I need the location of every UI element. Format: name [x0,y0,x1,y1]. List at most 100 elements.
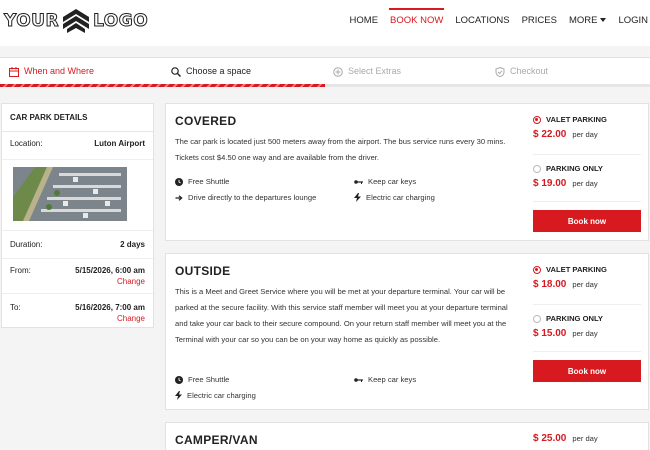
divider [533,304,641,305]
logo-text-left: YOUR [3,11,60,32]
option-price-only[interactable]: $ 25.00 per day [533,433,641,444]
nav-more-label: MORE [568,15,598,26]
logo-text-right: LOGO [93,11,149,32]
option-price-row: $ 25.00 per day [533,433,641,444]
price-unit: per day [572,179,598,188]
option-price-row: $ 19.00 per day [533,178,641,189]
book-now-button[interactable]: Book now [533,210,641,232]
nav-locations[interactable]: LOCATIONS [455,0,509,46]
calendar-icon [9,66,19,77]
price-unit: per day [572,329,598,338]
step-choose-a-space[interactable]: Choose a space [171,58,251,85]
divider [533,201,641,202]
from-date: 5/15/2026, 6:00 am [75,266,145,275]
feature-drive-to-departures: Drive directly to the departures lounge [175,193,316,202]
step-select-extras[interactable]: Select Extras [333,58,401,85]
nav-login[interactable]: LOGIN [618,0,648,46]
option-parking-only[interactable]: PARKING ONLY $ 19.00 per day [533,164,641,189]
radio-selected-icon[interactable] [533,265,541,274]
feature-label: Free Shuttle [188,375,230,384]
change-from-link[interactable]: Change [75,277,145,286]
lightning-icon [175,391,182,400]
option-label: PARKING ONLY [546,314,603,323]
car-park-map-image [13,167,127,221]
to-value: 5/16/2026, 7:00 am Change [75,303,145,323]
parking-card-camper-van: CAMPER/VAN $ 25.00 per day [165,422,649,450]
step-label: Checkout [510,66,549,76]
clock-icon [175,375,183,384]
caret-down-icon [600,18,607,23]
feature-keep-car-keys: Keep car keys [354,375,416,384]
key-icon [354,377,363,382]
location-value: Luton Airport [94,139,145,148]
feature-keep-car-keys: Keep car keys [354,177,416,186]
option-name: VALET PARKING [533,265,641,274]
steps-progress-bar [0,84,650,87]
card-title: COVERED [175,114,237,128]
search-icon [171,66,181,77]
nav-home[interactable]: HOME [350,0,379,46]
card-description: The car park is located just 500 meters … [175,137,506,162]
price-unit: per day [572,280,598,289]
feature-label: Electric car charging [187,391,256,400]
feature-label: Keep car keys [368,375,417,384]
option-price: $ 22.00 [533,129,567,140]
panel-title: CAR PARK DETAILS [2,104,153,132]
duration-value: 2 days [120,240,145,249]
to-row: To: 5/16/2026, 7:00 am Change [10,303,145,323]
change-to-link[interactable]: Change [75,314,145,323]
feature-free-shuttle: Free Shuttle [175,177,229,186]
step-when-and-where[interactable]: When and Where [9,58,94,85]
divider [2,230,153,231]
to-label: To: [10,303,21,312]
location-label: Location: [10,139,43,148]
divider [2,258,153,259]
key-icon [354,179,363,184]
option-price: $ 25.00 [533,433,567,444]
radio-unselected-icon[interactable] [533,314,541,323]
option-price: $ 15.00 [533,328,567,339]
site-header: YOUR LOGO HOME BOOK NOW LOCATIONS PRICES… [0,0,650,46]
feature-free-shuttle: Free Shuttle [175,375,229,384]
feature-label: Free Shuttle [188,177,230,186]
feature-label: Drive directly to the departures lounge [188,193,317,202]
plus-circle-icon [333,66,343,77]
to-date: 5/16/2026, 7:00 am [75,303,145,312]
divider [2,159,153,160]
step-checkout[interactable]: Checkout [495,58,548,85]
option-valet-parking[interactable]: VALET PARKING $ 22.00 per day [533,115,641,140]
option-valet-parking[interactable]: VALET PARKING $ 18.00 per day [533,265,641,290]
nav-more[interactable]: MORE [569,0,607,46]
card-title: CAMPER/VAN [175,433,258,447]
nav-prices[interactable]: PRICES [522,0,557,46]
price-unit: per day [572,130,598,139]
feature-label: Electric car charging [366,193,435,202]
option-label: VALET PARKING [546,265,607,274]
steps-progress-fill [0,84,325,87]
logo[interactable]: YOUR LOGO [3,9,149,33]
feature-label: Keep car keys [368,177,417,186]
option-name: VALET PARKING [533,115,641,124]
option-price-row: $ 15.00 per day [533,328,641,339]
parking-card-covered: COVERED The car park is located just 500… [165,103,649,241]
feature-electric-charging: Electric car charging [354,193,435,202]
option-price: $ 19.00 [533,178,567,189]
card-description: This is a Meet and Greet Service where y… [175,287,508,344]
radio-selected-icon[interactable] [533,115,541,124]
option-label: VALET PARKING [546,115,607,124]
option-label: PARKING ONLY [546,164,603,173]
nav-book-now[interactable]: BOOK NOW [389,0,445,46]
clock-icon [175,177,183,186]
book-now-button[interactable]: Book now [533,360,641,382]
option-price-row: $ 18.00 per day [533,279,641,290]
booking-steps: When and Where Choose a space Select Ext… [0,57,650,87]
option-name: PARKING ONLY [533,314,641,323]
option-parking-only[interactable]: PARKING ONLY $ 15.00 per day [533,314,641,339]
step-label: When and Where [24,66,95,76]
parking-card-outside: OUTSIDE This is a Meet and Greet Service… [165,253,649,410]
step-label: Choose a space [186,66,252,76]
chevrons-logo-icon [63,9,90,33]
option-price-row: $ 22.00 per day [533,129,641,140]
radio-unselected-icon[interactable] [533,164,541,173]
price-unit: per day [572,434,598,443]
